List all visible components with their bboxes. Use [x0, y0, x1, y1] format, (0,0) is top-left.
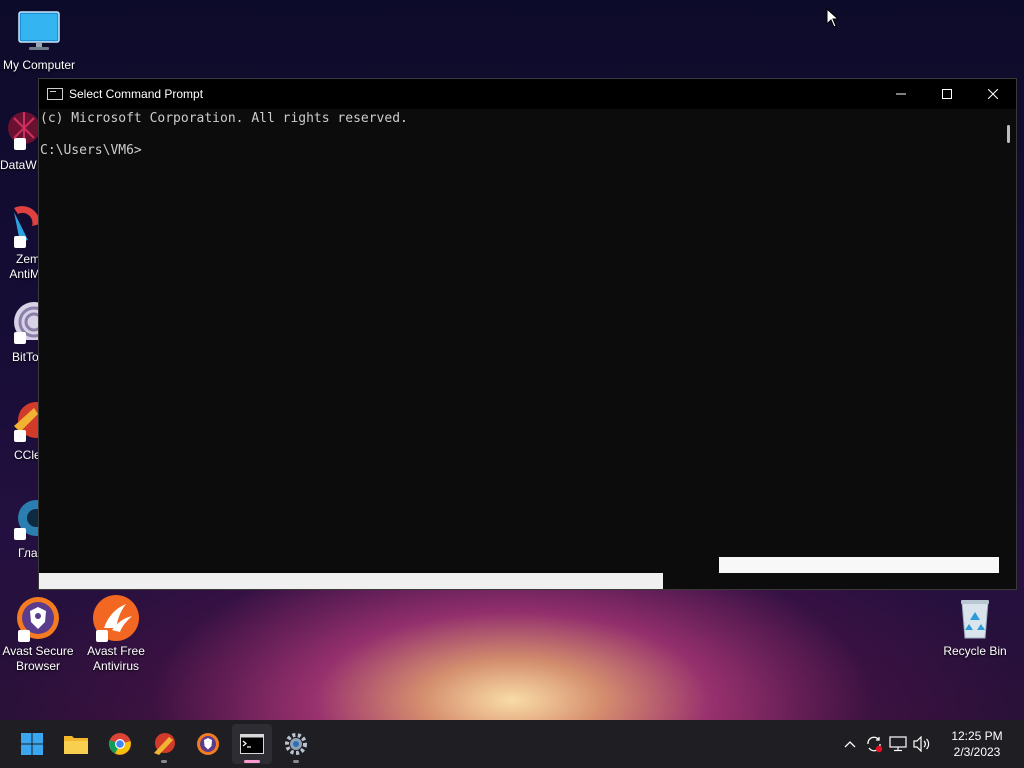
taskbar-file-explorer[interactable]: [56, 724, 96, 764]
window-titlebar[interactable]: Select Command Prompt: [39, 79, 1016, 109]
close-icon: [988, 89, 998, 99]
shortcut-arrow-icon: [96, 630, 108, 642]
shortcut-arrow-icon: [14, 138, 26, 150]
maximize-icon: [942, 89, 952, 99]
clock-date: 2/3/2023: [953, 745, 1001, 759]
desktop-icon-label: Recycle Bin: [943, 644, 1007, 658]
avast-browser-icon: [197, 733, 219, 755]
desktop-icon-avast-free-antivirus[interactable]: Avast Free Antivirus: [78, 595, 154, 674]
taskbar-chrome[interactable]: [100, 724, 140, 764]
zemana-icon: [0, 204, 40, 248]
minimize-button[interactable]: [878, 79, 924, 109]
desktop-icon-label: CCle: [14, 448, 40, 462]
tray-sync[interactable]: [862, 735, 886, 753]
shortcut-arrow-icon: [14, 236, 26, 248]
taskbar-command-prompt[interactable]: [232, 724, 272, 764]
close-button[interactable]: [970, 79, 1016, 109]
desktop-icon-datawiper[interactable]: DataW: [0, 108, 40, 173]
console-prompt: C:\Users\VM6>: [40, 143, 142, 158]
taskbar-ccleaner[interactable]: [144, 724, 184, 764]
show-desktop-button[interactable]: [1014, 720, 1024, 768]
maximize-button[interactable]: [924, 79, 970, 109]
taskbar-settings[interactable]: [276, 724, 316, 764]
console-output[interactable]: (c) Microsoft Corporation. All rights re…: [39, 109, 1000, 572]
start-icon: [21, 733, 43, 755]
file-explorer-icon: [64, 736, 88, 754]
shortcut-arrow-icon: [14, 430, 26, 442]
mouse-cursor-icon: [826, 8, 840, 28]
app-icon: [0, 496, 40, 540]
taskbar-avast-browser[interactable]: [188, 724, 228, 764]
chevron-up-icon: [844, 741, 856, 748]
desktop-icon-app[interactable]: Глa: [0, 496, 40, 561]
window-title: Select Command Prompt: [69, 87, 204, 101]
start-button[interactable]: [12, 724, 52, 764]
taskbar: 12:25 PM 2/3/2023: [0, 720, 1024, 768]
desktop-icon-recycle-bin[interactable]: Recycle Bin: [937, 596, 1013, 659]
vertical-scrollbar[interactable]: [1000, 109, 1016, 572]
desktop-icon-ccleaner[interactable]: CCle: [0, 398, 40, 463]
running-indicator: [293, 760, 299, 763]
shortcut-arrow-icon: [14, 332, 26, 344]
desktop-icon-zemana[interactable]: Zem AntiM: [0, 204, 40, 282]
desktop-icon-label: Глa: [18, 546, 38, 560]
avast-antivirus-icon: [93, 595, 139, 642]
system-tray: 12:25 PM 2/3/2023: [838, 720, 1024, 768]
desktop-icon-avast-secure-browser[interactable]: Avast Secure Browser: [0, 596, 76, 674]
desktop-icon-label: My Computer: [2, 58, 76, 72]
minimize-icon: [896, 93, 906, 95]
desktop-icon-label: Avast Free Antivirus: [87, 644, 145, 673]
console-line: ​: [40, 127, 1000, 143]
tray-volume[interactable]: [910, 736, 934, 752]
selection-highlight: [39, 573, 663, 589]
settings-icon: [285, 733, 307, 755]
network-icon: [889, 736, 907, 752]
monitor-icon: [17, 10, 61, 54]
clock-time: 12:25 PM: [951, 729, 1003, 743]
chrome-icon: [108, 733, 131, 755]
selection-highlight: [719, 557, 999, 573]
taskbar-clock[interactable]: 12:25 PM 2/3/2023: [940, 728, 1014, 760]
datawiper-icon: [0, 108, 40, 150]
sync-icon: [867, 736, 883, 753]
running-indicator: [244, 760, 260, 763]
command-prompt-icon: [47, 88, 63, 100]
desktop-icon-label: DataW: [0, 158, 37, 172]
running-indicator: [161, 760, 167, 763]
console-line: (c) Microsoft Corporation. All rights re…: [40, 111, 408, 126]
command-prompt-icon: [240, 734, 264, 754]
desktop-icon-my-computer[interactable]: My Computer: [1, 10, 77, 73]
avast-secure-browser-icon: [16, 596, 60, 642]
volume-icon: [913, 736, 930, 752]
ccleaner-icon: [154, 733, 175, 755]
shortcut-arrow-icon: [14, 528, 26, 540]
desktop-icon-bittorrent[interactable]: BitTo: [0, 300, 40, 365]
desktop-icon-label: Zem AntiM: [9, 252, 40, 281]
desktop-icon-label: BitTo: [12, 350, 39, 364]
ccleaner-icon: [0, 398, 40, 442]
tray-network[interactable]: [886, 736, 910, 752]
shortcut-arrow-icon: [18, 630, 30, 642]
recycle-bin-icon: [953, 596, 997, 640]
desktop-icon-label: Avast Secure Browser: [2, 644, 74, 673]
bittorrent-icon: [0, 300, 40, 344]
command-prompt-window[interactable]: Select Command Prompt (c) Microsoft Corp…: [38, 78, 1017, 590]
show-hidden-icons-button[interactable]: [838, 740, 862, 748]
scrollbar-thumb[interactable]: [1007, 125, 1010, 143]
